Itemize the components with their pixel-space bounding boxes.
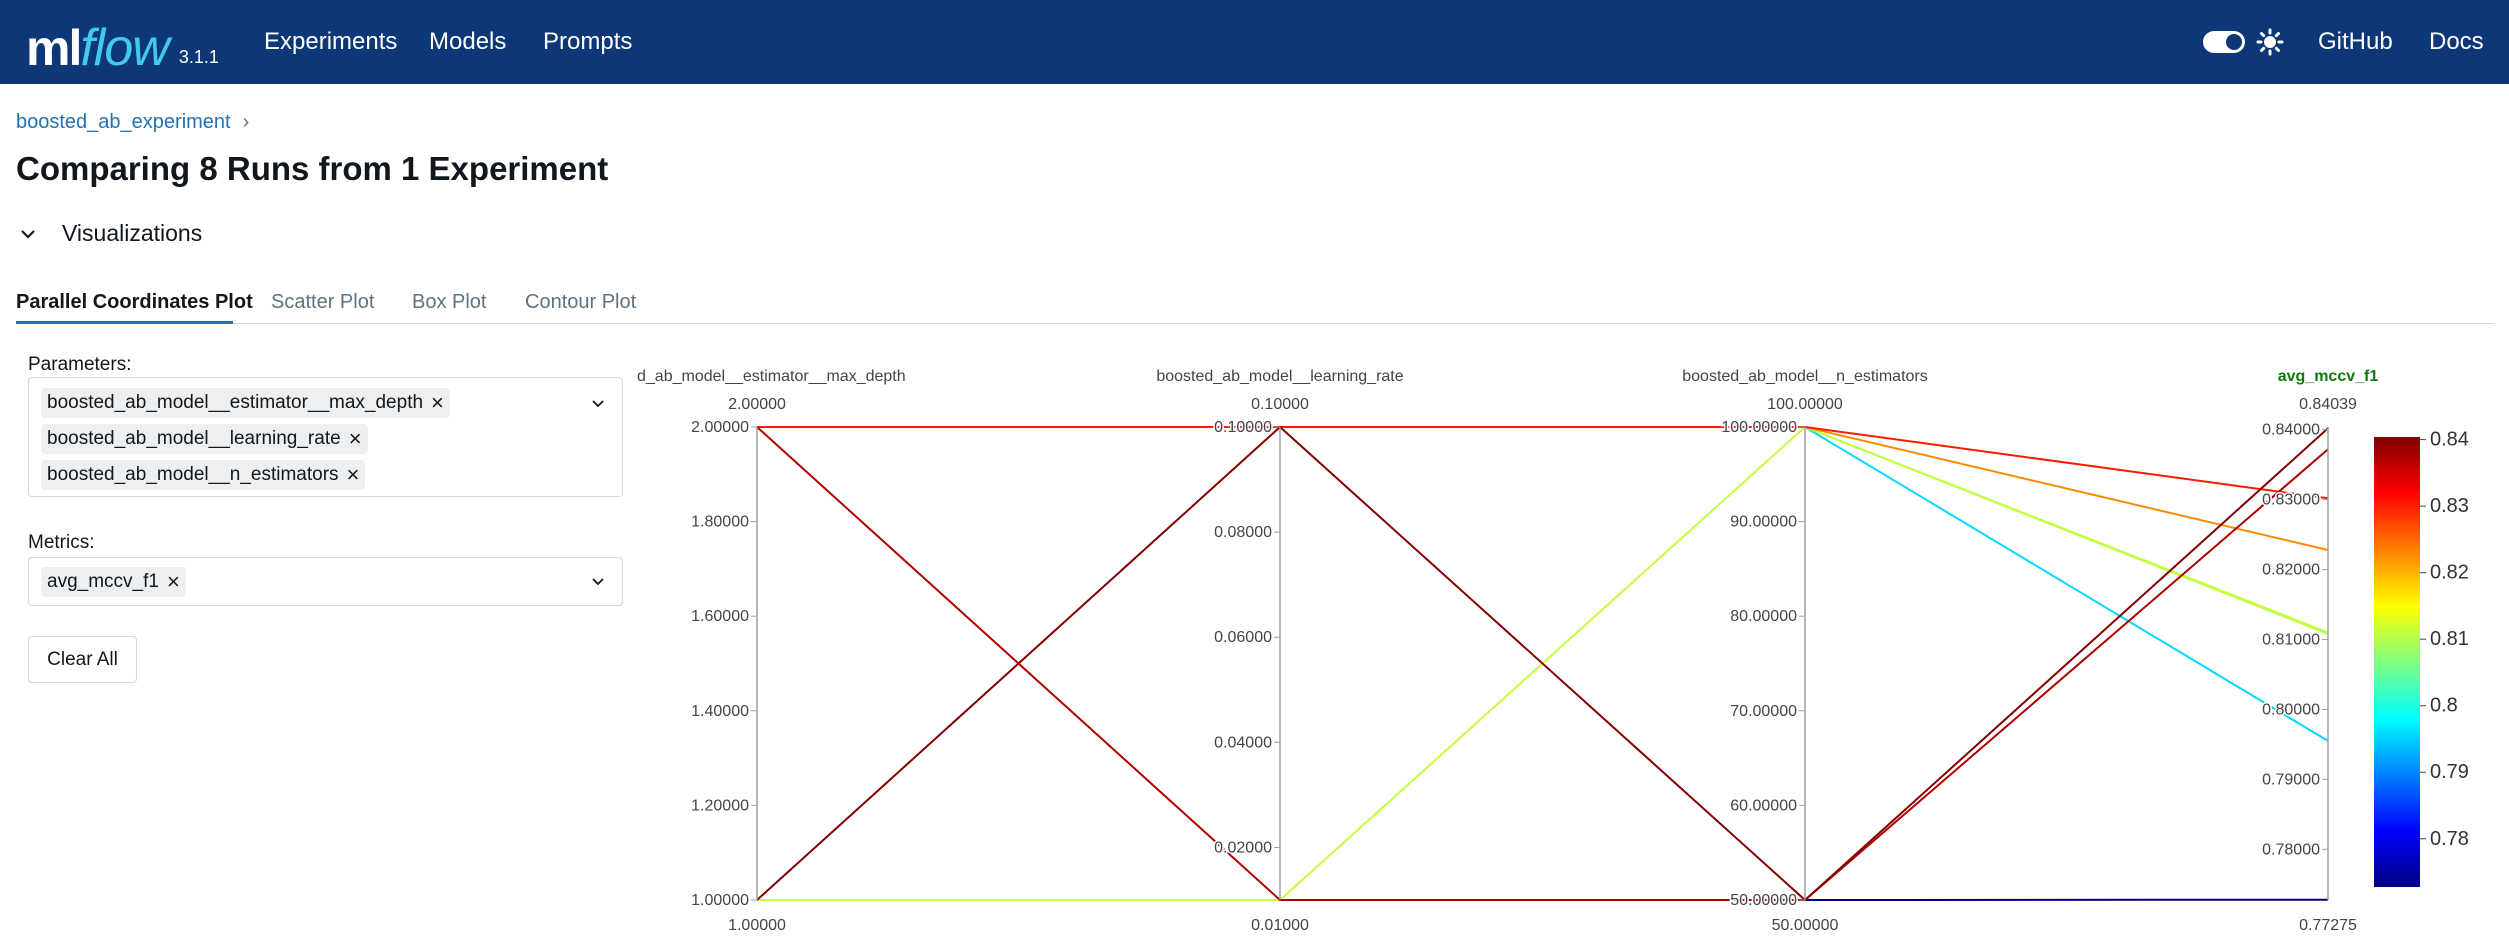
axis-tick-label: 90.00000: [1730, 514, 1797, 531]
colorbar-tick-label: 0.78: [2430, 828, 2469, 850]
colorbar-gradient: [2374, 437, 2420, 887]
metric-chip: avg_mccv_f1 ×: [41, 567, 186, 597]
run-line[interactable]: [757, 426, 2329, 635]
remove-icon[interactable]: ×: [167, 571, 180, 593]
parameters-select[interactable]: boosted_ab_model__estimator__max_depth × …: [28, 377, 623, 497]
parameters-label: Parameters:: [28, 354, 132, 375]
logo-ml-text: ml: [26, 20, 82, 76]
metrics-select[interactable]: avg_mccv_f1 ×: [28, 557, 623, 606]
axis-min-label: 1.00000: [728, 917, 786, 934]
clear-all-button[interactable]: Clear All: [28, 636, 137, 683]
run-lines: [756, 425, 2329, 902]
logo-flow-text: flow: [80, 19, 169, 77]
axis-tick-label: 0.10000: [1214, 419, 1272, 436]
axis-tick-label: 70.00000: [1730, 703, 1797, 720]
axis-tick-label: 80.00000: [1730, 608, 1797, 625]
tab-contour-plot[interactable]: Contour Plot: [525, 289, 636, 315]
parallel-coordinates-plot[interactable]: d_ab_model__estimator__max_depth 2.00000 1…: [630, 355, 2500, 945]
breadcrumb-separator: ›: [242, 111, 250, 133]
axis-max-label: 100.00000: [1767, 396, 1843, 413]
axis-title[interactable]: boosted_ab_model__n_estimators: [1682, 368, 1928, 385]
axis-min-label: 0.77275: [2299, 917, 2357, 934]
axis-tick-label: 0.79000: [2262, 771, 2320, 788]
run-line[interactable]: [756, 425, 2329, 902]
axis-tick-label: 0.78000: [2262, 841, 2320, 858]
axis-tick-label: 1.00000: [691, 892, 749, 909]
colorbar-tick-label: 0.83: [2430, 495, 2469, 517]
nav-docs[interactable]: Docs: [2429, 26, 2484, 58]
axis-min-label: 0.01000: [1251, 917, 1309, 934]
axis-tick-label: 2.00000: [691, 419, 749, 436]
tab-scatter-plot[interactable]: Scatter Plot: [271, 289, 374, 315]
axis-max-label: 0.10000: [1251, 396, 1309, 413]
axis-tick-label: 1.40000: [691, 703, 749, 720]
chevron-down-icon[interactable]: [590, 574, 606, 590]
metric-chip-label: avg_mccv_f1: [47, 571, 159, 592]
param-chip: boosted_ab_model__estimator__max_depth ×: [41, 388, 450, 418]
nav-models[interactable]: Models: [429, 26, 506, 58]
chevron-down-icon[interactable]: [590, 396, 606, 412]
axes: d_ab_model__estimator__max_depth 2.00000 1…: [637, 368, 2378, 934]
axis-title[interactable]: avg_mccv_f1: [2278, 368, 2379, 385]
colorbar-tick-label: 0.8: [2430, 695, 2458, 717]
param-chip-label: boosted_ab_model__estimator__max_depth: [47, 392, 424, 413]
remove-icon[interactable]: ×: [349, 428, 362, 450]
nav-experiments[interactable]: Experiments: [264, 26, 397, 58]
param-chip: boosted_ab_model__learning_rate ×: [41, 424, 368, 454]
nav-prompts[interactable]: Prompts: [543, 26, 632, 58]
colorbar-tick-label: 0.84: [2430, 429, 2469, 451]
axis-max-label: 2.00000: [728, 396, 786, 413]
breadcrumb-experiment-link[interactable]: boosted_ab_experiment: [16, 111, 231, 134]
metrics-label: Metrics:: [28, 532, 95, 553]
top-navbar: ml flow 3.1.1 Experiments Models Prompts…: [0, 0, 2509, 84]
run-line[interactable]: [757, 426, 2329, 551]
visualizations-section-header[interactable]: Visualizations: [20, 220, 202, 247]
version-label: 3.1.1: [178, 47, 219, 67]
axis-tick-label: 1.60000: [691, 608, 749, 625]
run-line[interactable]: [757, 426, 2329, 742]
axis-min-label: 50.00000: [1772, 917, 1839, 934]
axis-tick-label: 0.82000: [2262, 562, 2320, 579]
breadcrumb: boosted_ab_experiment ›: [16, 111, 249, 134]
axis-title[interactable]: boosted_ab_model__learning_rate: [1156, 368, 1403, 385]
colorbar-tick-label: 0.81: [2430, 628, 2469, 650]
axis-max-label: 0.84039: [2299, 396, 2357, 413]
axis-tick-label: 0.04000: [1214, 734, 1272, 751]
axis-tick-label: 0.06000: [1214, 629, 1272, 646]
axis-tick-label: 1.20000: [691, 797, 749, 814]
plot-tabs: Parallel Coordinates Plot Scatter Plot B…: [16, 286, 2494, 324]
remove-icon[interactable]: ×: [347, 464, 360, 486]
axis-tick-label: 0.80000: [2262, 701, 2320, 718]
param-chip-label: boosted_ab_model__n_estimators: [47, 464, 339, 485]
param-chip: boosted_ab_model__n_estimators ×: [41, 460, 366, 490]
page-title: Comparing 8 Runs from 1 Experiment: [16, 150, 609, 187]
axis-tick-label: 100.00000: [1721, 419, 1797, 436]
axis-title[interactable]: d_ab_model__estimator__max_depth: [637, 368, 906, 385]
axis-tick-label: 0.84000: [2262, 422, 2320, 439]
axis-tick-label: 0.08000: [1214, 524, 1272, 541]
colorbar-tick-label: 0.79: [2430, 761, 2469, 783]
active-tab-indicator: [16, 321, 233, 324]
mlflow-logo[interactable]: ml flow 3.1.1: [26, 6, 219, 78]
remove-icon[interactable]: ×: [431, 392, 444, 414]
axis-tick-label: 0.81000: [2262, 632, 2320, 649]
nav-github[interactable]: GitHub: [2318, 26, 2393, 58]
colorbar-tick-label: 0.82: [2430, 562, 2469, 584]
tab-box-plot[interactable]: Box Plot: [412, 289, 486, 315]
axis-tick-label: 60.00000: [1730, 797, 1797, 814]
sun-icon: [2256, 28, 2284, 56]
colorbar: 0.84 0.83 0.82 0.81 0.8 0.79 0.78: [2374, 429, 2469, 887]
section-title: Visualizations: [62, 220, 203, 246]
toggle-knob: [2226, 34, 2242, 50]
dark-mode-toggle[interactable]: [2203, 31, 2245, 53]
param-chip-label: boosted_ab_model__learning_rate: [47, 428, 341, 449]
axis-tick-label: 0.83000: [2262, 492, 2320, 509]
run-line[interactable]: [757, 426, 2329, 500]
axis-tick-label: 50.00000: [1730, 892, 1797, 909]
axis-tick-label: 1.80000: [691, 514, 749, 531]
tab-parallel-coordinates[interactable]: Parallel Coordinates Plot: [16, 289, 253, 315]
chevron-down-icon: [21, 229, 35, 239]
axis-tick-label: 0.02000: [1214, 839, 1272, 856]
